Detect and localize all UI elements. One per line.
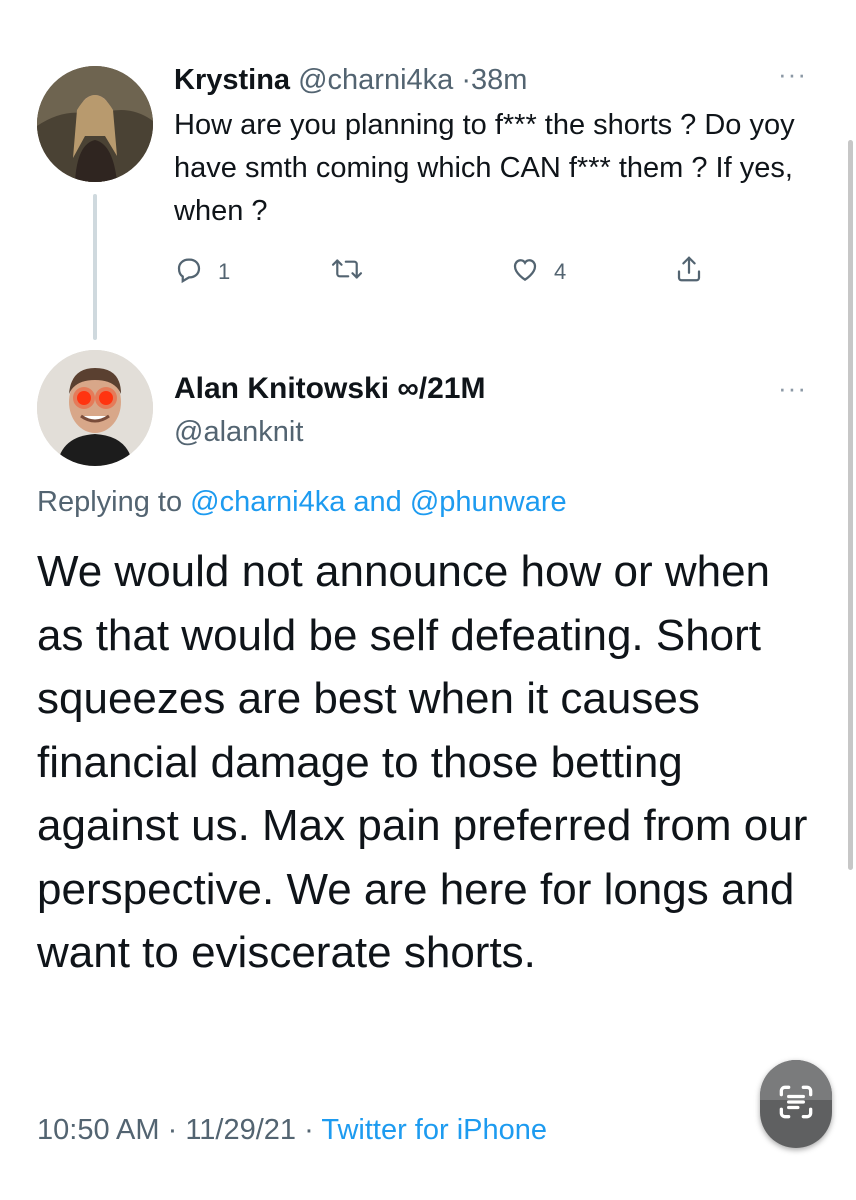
main-tweet-text: We would not announce how or when as tha…	[37, 547, 808, 977]
retweet-icon	[330, 254, 364, 290]
main-author-name[interactable]: Alan Knitowski ∞/21M	[174, 371, 485, 407]
reply-action[interactable]: 1	[174, 252, 230, 292]
replying-and[interactable]: and	[353, 486, 401, 518]
tweet-source[interactable]: Twitter for iPhone	[321, 1114, 547, 1146]
main-more-options-button[interactable]: ···	[778, 375, 807, 401]
tweet-date[interactable]: 11/29/21	[185, 1114, 296, 1146]
replying-prefix: Replying to	[37, 486, 183, 518]
krystina-avatar[interactable]	[37, 66, 153, 182]
reply-separator: ·	[461, 64, 472, 96]
reply-count: 1	[218, 259, 231, 284]
reply-icon	[174, 254, 204, 290]
replying-to-line: Replying to @charni4ka and @phunware	[37, 484, 567, 520]
main-author-handle[interactable]: @alanknit	[174, 414, 303, 450]
tweet-metadata: 10:50 AM · 11/29/21 · Twitter for iPhone	[37, 1112, 547, 1148]
scrollbar[interactable]	[848, 140, 853, 870]
scan-text-icon	[774, 1080, 818, 1129]
like-count: 4	[554, 259, 567, 284]
like-action[interactable]: 4	[510, 252, 566, 292]
reply-author-name[interactable]: Krystina	[174, 64, 290, 96]
tweet-time[interactable]: 10:50 AM	[37, 1114, 160, 1146]
reply-tweet-header: Krystina @charni4ka ·38m	[174, 62, 527, 98]
heart-icon	[510, 254, 540, 290]
footer-separator-2: ·	[304, 1114, 314, 1146]
thread-connector-line	[93, 194, 97, 340]
mention-phunware[interactable]: @phunware	[410, 486, 567, 518]
reply-author-handle[interactable]: @charni4ka	[298, 64, 453, 96]
share-action[interactable]	[674, 252, 704, 292]
mention-charni4ka[interactable]: @charni4ka	[190, 486, 345, 518]
alan-avatar[interactable]	[37, 350, 153, 466]
reply-timestamp[interactable]: 38m	[471, 64, 527, 96]
share-icon	[674, 254, 704, 290]
scan-text-button[interactable]	[760, 1060, 832, 1148]
reply-tweet-text: How are you planning to f*** the shorts …	[174, 109, 795, 227]
footer-separator-1: ·	[167, 1114, 178, 1146]
retweet-action[interactable]	[330, 252, 364, 292]
reply-more-options-button[interactable]: ···	[778, 61, 807, 87]
